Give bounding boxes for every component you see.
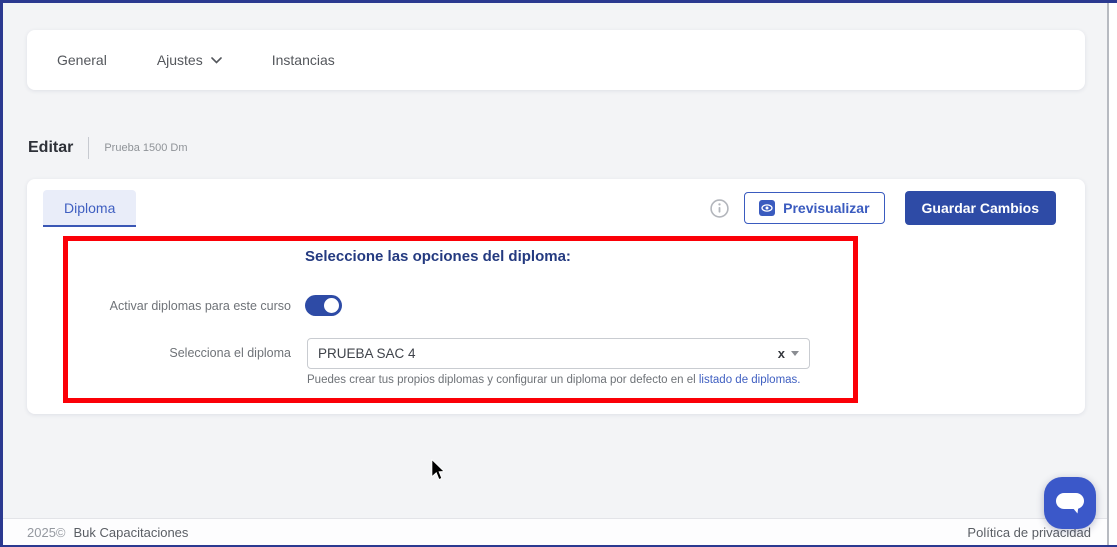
activate-diplomas-toggle[interactable]: [305, 295, 342, 316]
page-title: Editar: [28, 139, 73, 157]
mouse-cursor: [430, 459, 446, 486]
nav-tab-instancias[interactable]: Instancias: [272, 52, 335, 68]
help-text-body: Puedes crear tus propios diplomas y conf…: [307, 374, 699, 386]
diploma-list-link[interactable]: listado de diplomas.: [699, 374, 801, 386]
chat-launcher-button[interactable]: [1044, 477, 1096, 529]
nav-tab-ajustes-label: Ajustes: [157, 52, 203, 68]
footer: 2025© Buk Capacitaciones Política de pri…: [3, 518, 1107, 545]
save-changes-label: Guardar Cambios: [922, 200, 1039, 216]
diploma-select[interactable]: PRUEBA SAC 4 x: [307, 338, 810, 369]
select-field-label: Selecciona el diploma: [57, 346, 291, 360]
course-name: Prueba 1500 Dm: [104, 142, 187, 154]
top-navigation: General Ajustes Instancias: [27, 30, 1085, 90]
chat-bubble-icon: [1054, 490, 1086, 517]
app-window: General Ajustes Instancias Editar Prueba…: [0, 0, 1117, 547]
eye-preview-icon: [759, 200, 775, 216]
right-gutter: [1109, 3, 1117, 545]
breadcrumb: Editar Prueba 1500 Dm: [28, 137, 188, 159]
clear-selection-icon[interactable]: x: [772, 346, 791, 361]
info-icon[interactable]: [710, 199, 729, 218]
tab-diploma[interactable]: Diploma: [43, 190, 136, 227]
diploma-panel: Diploma Previsualizar: [27, 179, 1085, 414]
tab-diploma-label: Diploma: [64, 200, 115, 216]
diploma-select-value: PRUEBA SAC 4: [308, 346, 772, 361]
footer-year: 2025©: [27, 525, 66, 540]
nav-tab-instancias-label: Instancias: [272, 52, 335, 68]
nav-tab-general-label: General: [57, 52, 107, 68]
section-heading: Seleccione las opciones del diploma:: [305, 248, 571, 265]
nav-tab-general[interactable]: General: [57, 52, 107, 68]
window-frame-left: [0, 0, 3, 547]
preview-button-label: Previsualizar: [783, 200, 869, 216]
footer-company: Buk Capacitaciones: [74, 525, 189, 540]
window-frame-top: [0, 0, 1117, 3]
select-help-text: Puedes crear tus propios diplomas y conf…: [307, 374, 801, 386]
panel-actions: Previsualizar Guardar Cambios: [710, 191, 1056, 225]
right-edge-line: [1107, 3, 1109, 545]
breadcrumb-divider: [88, 137, 89, 159]
toggle-field-label: Activar diplomas para este curso: [57, 299, 291, 313]
chevron-down-icon: [211, 57, 222, 64]
caret-down-icon[interactable]: [791, 351, 799, 356]
preview-button[interactable]: Previsualizar: [744, 192, 884, 224]
save-changes-button[interactable]: Guardar Cambios: [905, 191, 1056, 225]
nav-tab-ajustes[interactable]: Ajustes: [157, 52, 222, 68]
toggle-knob: [324, 298, 339, 313]
footer-copyright: 2025© Buk Capacitaciones: [27, 525, 188, 540]
